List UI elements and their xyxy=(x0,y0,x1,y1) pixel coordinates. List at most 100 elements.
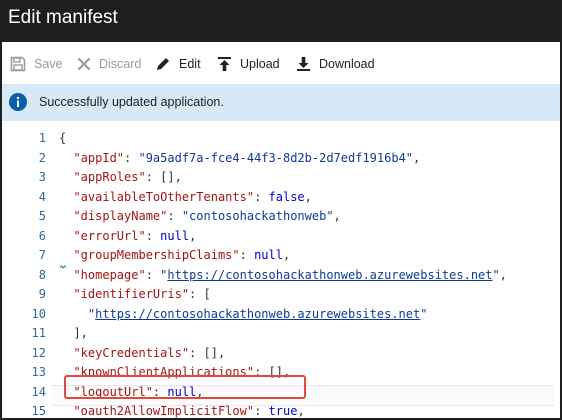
success-notification: Successfully updated application. xyxy=(2,84,560,121)
edit-label: Edit xyxy=(179,57,201,71)
line-number: 5 xyxy=(38,209,46,223)
window-title: Edit manifest xyxy=(8,7,118,28)
discard-button[interactable]: Discard xyxy=(77,54,141,74)
code-line[interactable]: 2 "appId": "9a5adf7a-fce4-44f3-8d2b-2d7e… xyxy=(2,149,560,168)
code-token: " xyxy=(492,267,500,282)
code-line[interactable]: 15 "oauth2AllowImplicitFlow": true, xyxy=(2,402,560,418)
save-label: Save xyxy=(34,57,63,71)
code-token: null xyxy=(160,228,190,243)
code-token: "oauth2AllowImplicitFlow" xyxy=(59,404,255,418)
line-code: "groupMembershipClaims": null, xyxy=(59,246,290,265)
code-token: "homepage" xyxy=(59,267,146,282)
line-code: "displayName": "contosohackathonweb", xyxy=(59,207,341,226)
line-number: 15 xyxy=(31,404,46,418)
highlight-annotation xyxy=(64,375,306,399)
code-line[interactable]: 1{ xyxy=(2,129,560,148)
download-icon xyxy=(297,57,310,71)
code-token: : [], xyxy=(189,345,226,360)
upload-icon xyxy=(218,57,231,71)
code-token: "availableToOtherTenants" xyxy=(59,189,255,204)
code-token: , xyxy=(282,248,291,262)
code-token: , xyxy=(413,150,421,165)
manifest-editor-window: Edit manifest Save Discard Edit Upload D… xyxy=(0,0,562,420)
code-token: "appId" xyxy=(59,150,125,165)
code-token: false xyxy=(268,189,305,204)
url-link[interactable]: https://contosohackathonweb.azurewebsite… xyxy=(95,307,420,321)
line-code: "availableToOtherTenants": false, xyxy=(59,188,312,207)
line-code: ], xyxy=(59,324,88,343)
line-number: 3 xyxy=(38,170,46,184)
json-code-editor[interactable]: 1{2 "appId": "9a5adf7a-fce4-44f3-8d2b-2d… xyxy=(2,121,560,418)
code-token: : xyxy=(145,267,161,282)
code-token: : xyxy=(254,189,269,204)
download-label: Download xyxy=(319,57,375,71)
code-token: : xyxy=(167,209,182,223)
line-code: { xyxy=(59,129,66,148)
code-token: "contosohackathonweb" xyxy=(181,209,334,223)
save-button[interactable]: Save xyxy=(10,54,63,74)
code-line[interactable]: 12 "keyCredentials": [], xyxy=(2,344,560,363)
code-token: null xyxy=(254,248,283,262)
line-number: 10 xyxy=(31,306,46,321)
notification-message: Successfully updated application. xyxy=(39,95,224,109)
code-token: : xyxy=(145,228,161,243)
code-token: : [ xyxy=(189,287,211,301)
code-line[interactable]: 10 "https://contosohackathonweb.azureweb… xyxy=(2,305,560,324)
line-number: 11 xyxy=(31,326,46,340)
code-token: " xyxy=(420,306,428,321)
line-number: 8 xyxy=(38,267,46,282)
code-token: "displayName" xyxy=(59,209,168,223)
line-number: 4 xyxy=(38,189,46,204)
code-line[interactable]: 7 "groupMembershipClaims": null, xyxy=(2,246,560,265)
line-code: "oauth2AllowImplicitFlow": true, xyxy=(59,402,305,418)
title-bar: Edit manifest xyxy=(2,2,560,42)
code-line[interactable]: 6 "errorUrl": null, xyxy=(2,227,560,246)
line-number: 14 xyxy=(31,384,46,399)
url-link[interactable]: https://contosohackathonweb.azurewebsite… xyxy=(167,268,492,282)
code-token: , xyxy=(333,209,341,223)
code-line[interactable]: 8 "homepage": "https://contosohackathonw… xyxy=(2,266,560,285)
edit-button[interactable]: Edit xyxy=(155,54,201,74)
code-token: "groupMembershipClaims" xyxy=(59,248,240,262)
code-token: "9a5adf7a-fce4-44f3-8d2b-2d7edf1916b4" xyxy=(138,150,414,165)
line-code: "identifierUris": [ xyxy=(59,285,211,304)
code-token: , xyxy=(297,404,305,418)
line-number: 12 xyxy=(31,345,46,360)
code-line[interactable]: 9 "identifierUris": [ xyxy=(2,285,560,304)
code-token: , xyxy=(499,267,507,282)
info-circle-icon xyxy=(9,93,27,111)
code-line[interactable]: 5 "displayName": "contosohackathonweb", xyxy=(2,207,560,226)
line-number: 6 xyxy=(38,228,46,243)
discard-label: Discard xyxy=(99,57,142,71)
code-token: : xyxy=(239,248,255,262)
floppy-disk-icon xyxy=(10,56,26,72)
download-button[interactable]: Download xyxy=(296,54,375,74)
code-token: : xyxy=(124,150,139,165)
code-line[interactable]: 11 ], xyxy=(2,324,560,343)
code-token: , xyxy=(304,189,312,204)
code-token: true xyxy=(268,404,298,418)
line-number: 13 xyxy=(31,365,46,379)
line-number: 7 xyxy=(38,248,46,262)
code-token: : [], xyxy=(145,170,182,184)
code-token: ], xyxy=(59,326,88,340)
line-code: "appId": "9a5adf7a-fce4-44f3-8d2b-2d7edf… xyxy=(59,149,420,168)
line-code: "appRoles": [], xyxy=(59,168,182,187)
code-token: : xyxy=(254,404,269,418)
code-token: " xyxy=(59,306,96,321)
code-line[interactable]: 3 "appRoles": [], xyxy=(2,168,560,187)
line-code: "errorUrl": null, xyxy=(59,227,196,246)
toolbar: Save Discard Edit Upload Download xyxy=(2,42,560,85)
line-number: 2 xyxy=(38,150,46,165)
code-line[interactable]: 4 "availableToOtherTenants": false, xyxy=(2,188,560,207)
pencil-icon xyxy=(157,58,169,70)
line-number: 9 xyxy=(38,287,46,301)
code-token: "keyCredentials" xyxy=(59,345,190,360)
upload-button[interactable]: Upload xyxy=(217,54,280,74)
x-icon xyxy=(77,57,91,71)
error-squiggle xyxy=(60,265,66,269)
upload-label: Upload xyxy=(240,57,280,71)
line-code: "https://contosohackathonweb.azurewebsit… xyxy=(59,305,428,324)
line-code: "keyCredentials": [], xyxy=(59,344,225,363)
line-number: 1 xyxy=(38,131,46,145)
